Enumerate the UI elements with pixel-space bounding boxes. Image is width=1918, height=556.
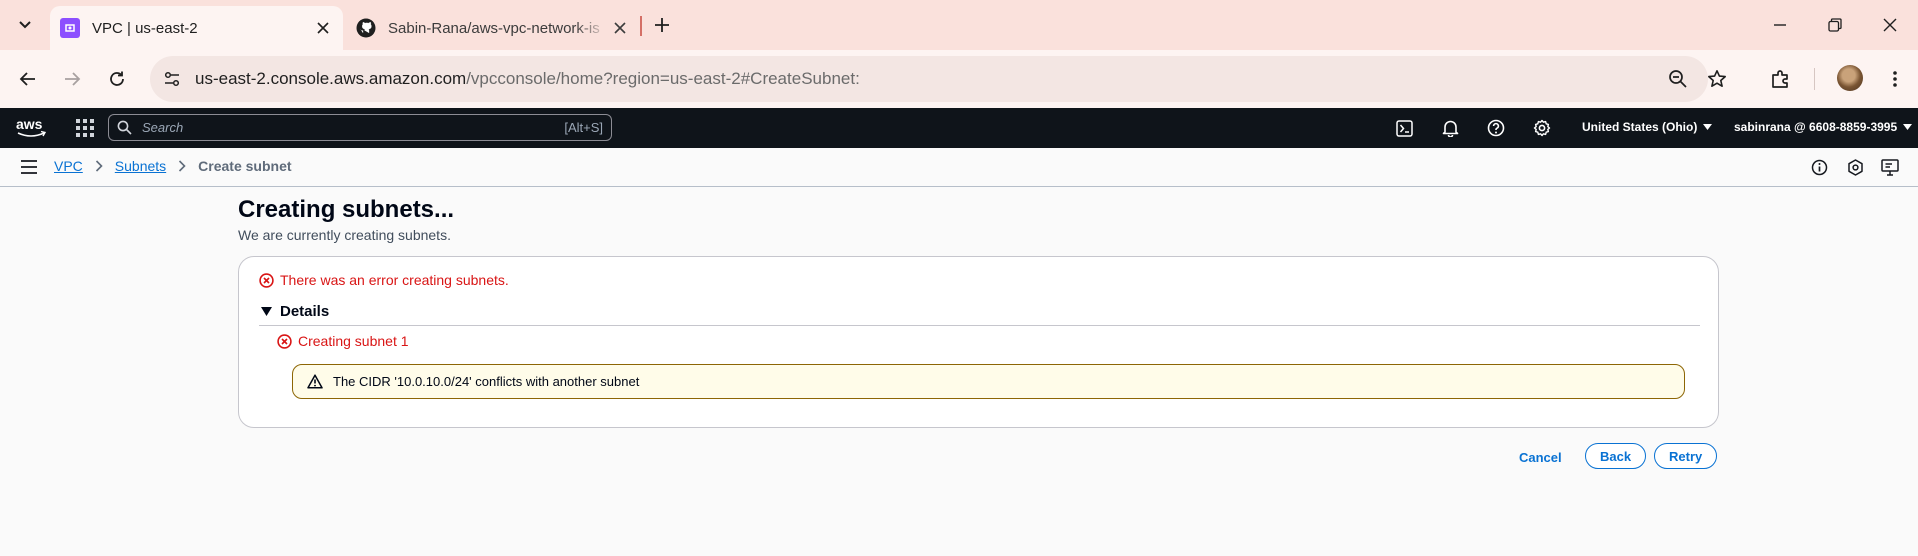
breadcrumb: VPC Subnets Create subnet — [54, 158, 292, 174]
chevron-right-icon — [178, 160, 186, 172]
search-icon — [117, 120, 132, 135]
error-message: There was an error creating subnets. — [280, 272, 509, 288]
extensions-icon[interactable] — [1769, 67, 1793, 91]
new-tab-button[interactable] — [649, 12, 675, 38]
account-label: sabinrana @ 6608-8859-3995 — [1734, 120, 1898, 134]
back-button[interactable] — [11, 62, 45, 96]
security-icon[interactable] — [1846, 158, 1864, 176]
details-toggle[interactable]: Details — [261, 303, 329, 320]
minimize-button[interactable] — [1760, 10, 1800, 40]
page-description: We are currently creating subnets. — [238, 227, 451, 243]
site-settings-icon[interactable] — [160, 67, 184, 91]
reload-button[interactable] — [100, 62, 134, 96]
window-close-icon — [1883, 18, 1897, 32]
toolbar-divider — [1814, 68, 1815, 90]
aws-logo-icon[interactable]: aws — [16, 115, 48, 141]
caret-down-icon — [1703, 124, 1713, 130]
back-arrow-icon — [19, 72, 35, 86]
warning-message: The CIDR '10.0.10.0/24' conflicts with a… — [333, 374, 640, 389]
retry-button[interactable]: Retry — [1654, 443, 1718, 469]
breadcrumb-vpc[interactable]: VPC — [54, 158, 83, 174]
aws-top-nav: aws Search [Alt+S] United States (Ohio) … — [0, 108, 1918, 148]
url-text: us-east-2.console.aws.amazon.com/vpccons… — [195, 69, 860, 89]
profile-avatar[interactable] — [1837, 65, 1863, 91]
breadcrumb-subnets[interactable]: Subnets — [115, 158, 166, 174]
error-icon — [259, 272, 274, 288]
vpc-favicon-icon — [60, 18, 80, 38]
status-panel: There was an error creating subnets. Det… — [238, 256, 1719, 428]
hamburger-icon[interactable] — [20, 159, 38, 175]
console-search-input[interactable]: Search [Alt+S] — [108, 114, 612, 141]
tab-github[interactable]: Sabin-Rana/aws-vpc-network-is — [350, 6, 640, 50]
tab-title: Sabin-Rana/aws-vpc-network-is — [388, 19, 600, 37]
gear-icon[interactable] — [1532, 118, 1552, 138]
chevron-right-icon — [95, 160, 103, 172]
tab-title: VPC | us-east-2 — [92, 19, 198, 37]
close-icon[interactable] — [311, 16, 335, 40]
forward-arrow-icon — [65, 72, 81, 86]
chevron-down-icon — [19, 21, 31, 29]
star-icon[interactable] — [1705, 67, 1729, 91]
reload-icon — [110, 71, 124, 86]
feedback-icon[interactable] — [1881, 158, 1899, 176]
window-close-button[interactable] — [1870, 10, 1910, 40]
restore-button[interactable] — [1815, 10, 1855, 40]
zoom-out-icon[interactable] — [1666, 67, 1690, 91]
browser-toolbar: us-east-2.console.aws.amazon.com/vpccons… — [0, 50, 1918, 108]
restore-icon — [1828, 18, 1842, 32]
forward-button[interactable] — [55, 62, 89, 96]
help-icon[interactable] — [1486, 118, 1506, 138]
search-placeholder: Search — [142, 120, 184, 135]
details-divider — [259, 325, 1700, 326]
back-button[interactable]: Back — [1585, 443, 1647, 469]
more-vert-icon[interactable] — [1883, 67, 1907, 91]
svg-text:aws: aws — [16, 116, 43, 132]
page-title: Creating subnets... — [238, 196, 455, 223]
details-label: Details — [280, 303, 330, 320]
region-selector[interactable]: United States (Ohio) — [1582, 120, 1713, 134]
warning-icon — [307, 374, 323, 389]
account-menu[interactable]: sabinrana @ 6608-8859-3995 — [1734, 120, 1913, 134]
cloudshell-icon[interactable] — [1394, 118, 1414, 138]
grid-icon[interactable] — [76, 119, 94, 137]
error-icon — [277, 333, 292, 349]
tab-vpc[interactable]: VPC | us-east-2 — [50, 6, 343, 50]
warning-alert: The CIDR '10.0.10.0/24' conflicts with a… — [292, 364, 1685, 399]
subnet-status: Creating subnet 1 — [277, 333, 409, 349]
breadcrumb-bar: VPC Subnets Create subnet — [0, 148, 1918, 187]
caret-down-icon — [1903, 124, 1913, 130]
browser-tabstrip: VPC | us-east-2 Sabin-Rana/aws-vpc-netwo… — [0, 0, 1918, 50]
region-label: United States (Ohio) — [1582, 120, 1698, 134]
url-path: /vpcconsole/home?region=us-east-2#Create… — [466, 69, 860, 88]
url-host: us-east-2.console.aws.amazon.com — [195, 69, 467, 88]
github-icon — [356, 18, 376, 38]
tab-search-button[interactable] — [9, 10, 41, 40]
tab-divider — [640, 16, 642, 36]
caret-down-icon — [261, 307, 272, 316]
breadcrumb-current: Create subnet — [198, 158, 292, 174]
subnet-status-label: Creating subnet 1 — [298, 333, 409, 349]
minimize-icon — [1774, 24, 1786, 26]
bell-icon[interactable] — [1440, 118, 1460, 138]
error-alert: There was an error creating subnets. — [259, 272, 509, 288]
plus-icon — [655, 18, 669, 32]
info-icon[interactable] — [1810, 158, 1828, 176]
close-icon[interactable] — [608, 16, 632, 40]
search-shortcut: [Alt+S] — [564, 120, 603, 135]
cancel-button[interactable]: Cancel — [1509, 445, 1572, 470]
address-bar[interactable]: us-east-2.console.aws.amazon.com/vpccons… — [150, 56, 1726, 102]
